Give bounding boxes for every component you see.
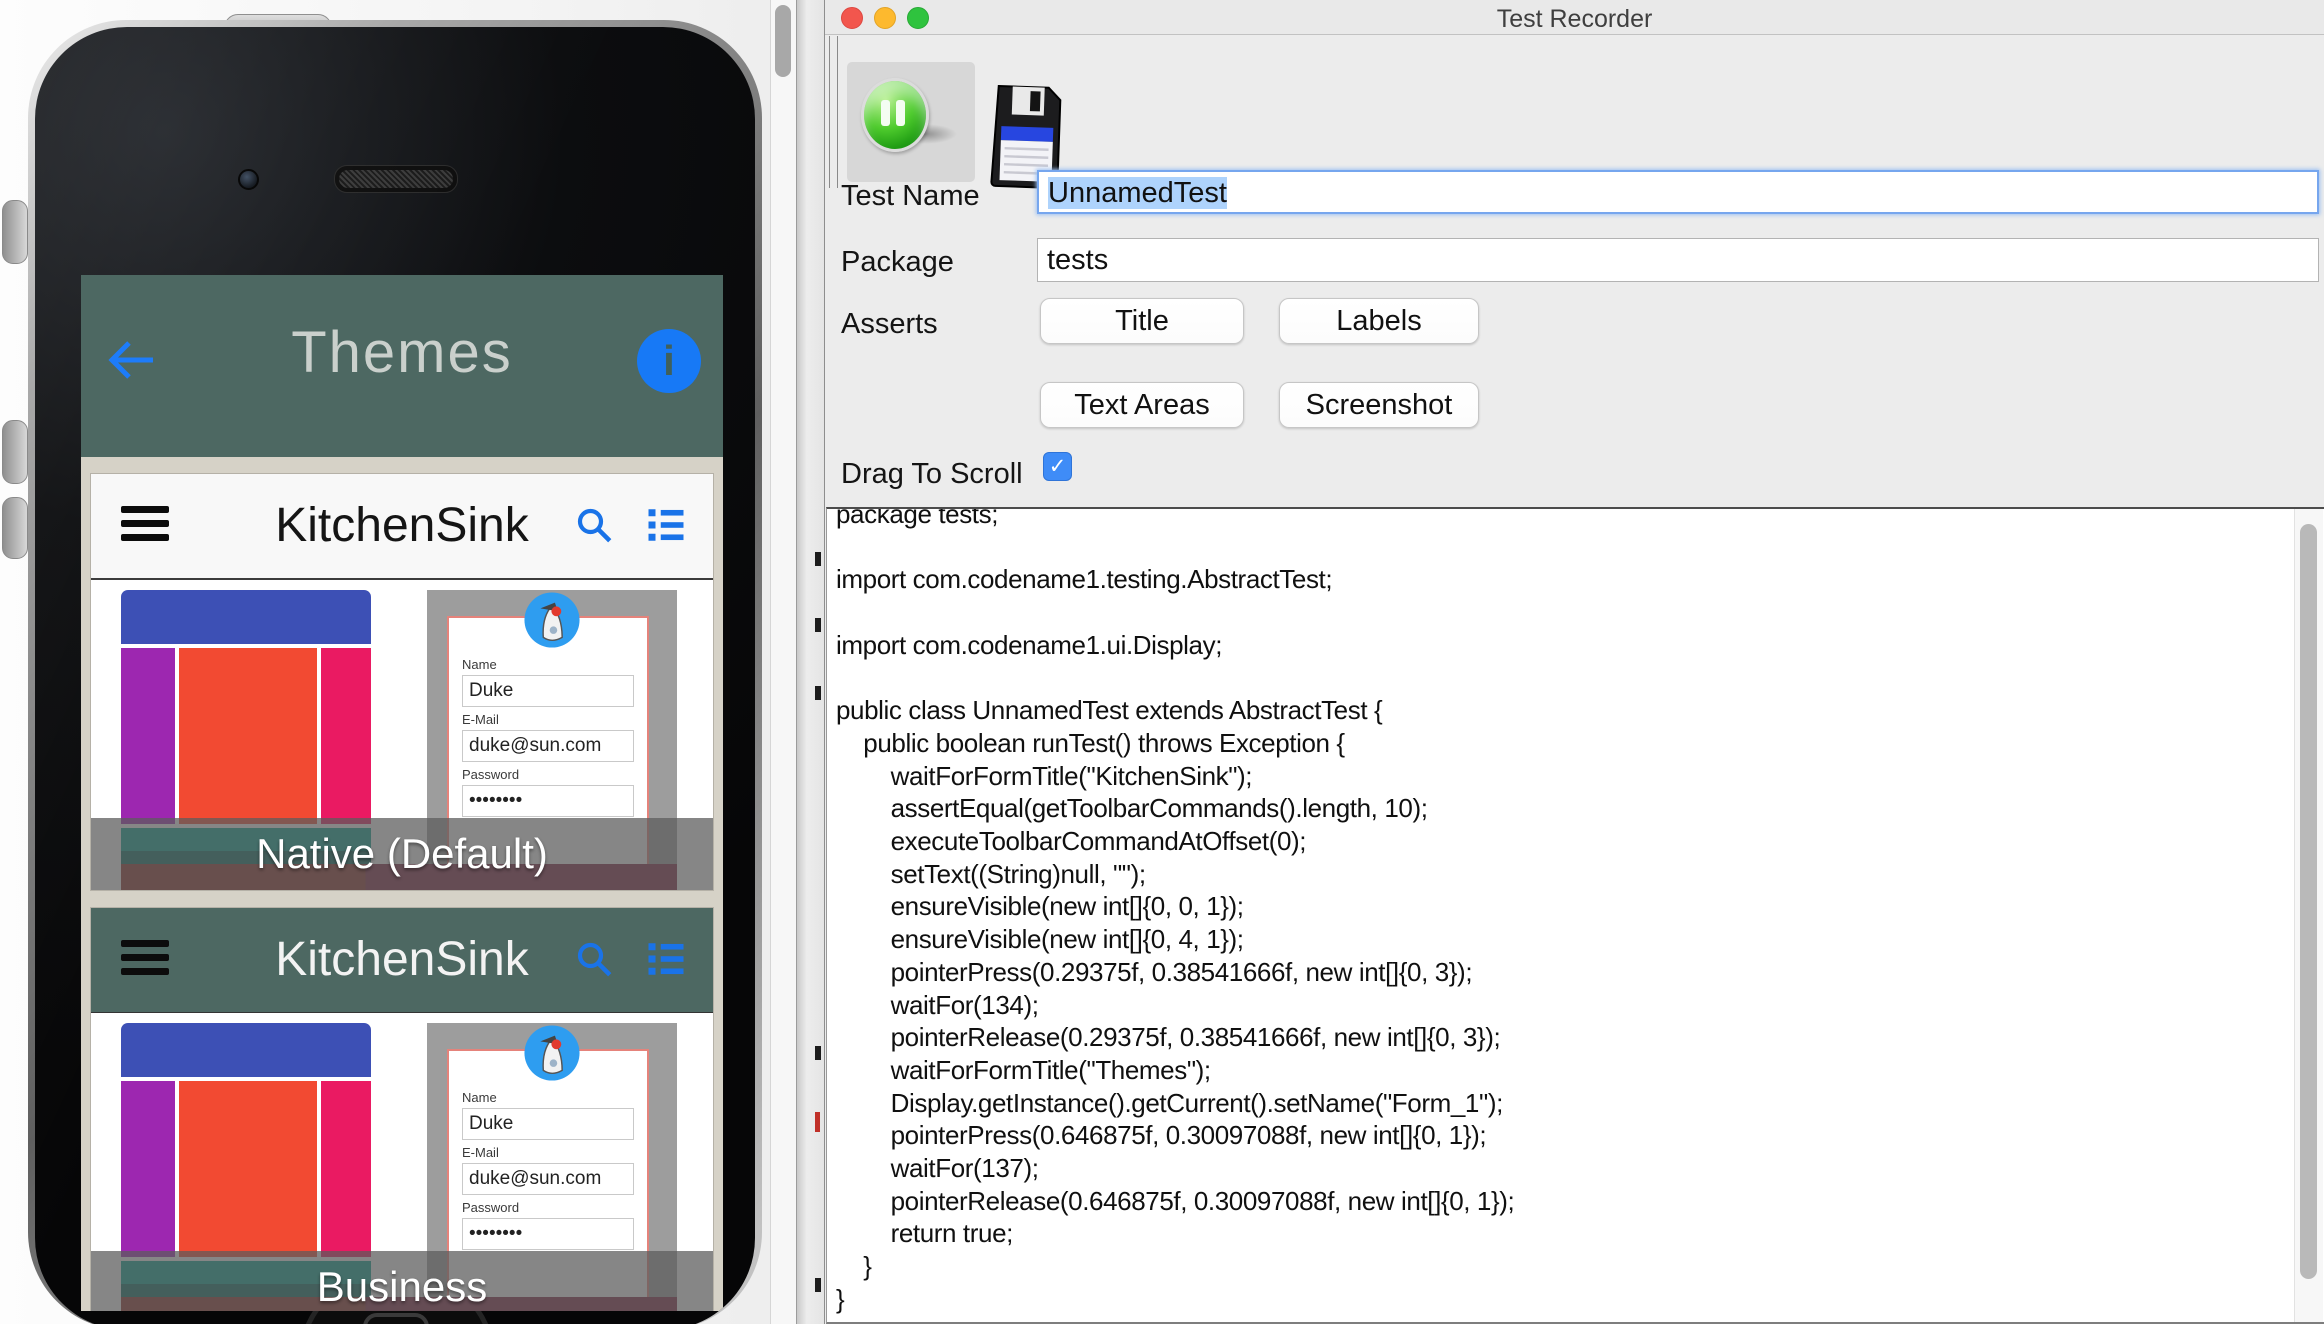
toolbar-grip — [829, 36, 838, 188]
preview-password-field: •••••••• — [462, 1218, 634, 1250]
theme-caption: Business — [91, 1251, 713, 1311]
code-line: assertEqual(getToolbarCommands().length,… — [836, 793, 1428, 824]
assert-title-button[interactable]: Title — [1040, 298, 1244, 344]
preview-app-title: KitchenSink — [275, 499, 529, 552]
test-name-input[interactable]: UnnamedTest — [1037, 170, 2319, 214]
preview-app-header: KitchenSink — [91, 474, 713, 580]
code-line: import com.codename1.testing.AbstractTes… — [836, 564, 1333, 595]
simulator-window: Themes i KitchenSink Name Duke E-Mail du… — [0, 0, 796, 1324]
code-line: waitFor(137); — [836, 1153, 1039, 1184]
code-line: public class UnnamedTest extends Abstrac… — [836, 695, 1383, 726]
preview-password-label: Password — [462, 767, 520, 782]
drag-to-scroll-label: Drag To Scroll — [841, 458, 1023, 490]
code-line: ensureVisible(new int[]{0, 4, 1}); — [836, 924, 1244, 955]
preview-name-label: Name — [462, 657, 497, 672]
preview-name-field: Duke — [462, 1108, 634, 1140]
pause-icon — [861, 78, 929, 152]
code-content: package tests; import com.codename1.test… — [827, 507, 2324, 1316]
assert-screenshot-button[interactable]: Screenshot — [1279, 382, 1479, 428]
package-input[interactable]: tests — [1037, 238, 2319, 282]
code-scrollbar-thumb[interactable] — [2300, 524, 2317, 1279]
preview-email-field: duke@sun.com — [462, 730, 634, 762]
code-line: import com.codename1.ui.Display; — [836, 629, 1223, 660]
background-window-edge — [796, 0, 825, 1324]
iphone-device: Themes i KitchenSink Name Duke E-Mail du… — [28, 20, 762, 1324]
theme-item-business[interactable]: KitchenSink Name Duke E-Mail duke@sun.co… — [90, 907, 714, 1311]
phone-mute-switch — [2, 200, 28, 264]
preview-email-label: E-Mail — [462, 1145, 499, 1160]
preview-password-field: •••••••• — [462, 785, 634, 817]
phone-face: Themes i KitchenSink Name Duke E-Mail du… — [35, 27, 755, 1324]
code-line: waitForFormTitle("KitchenSink"); — [836, 760, 1253, 791]
preview-email-field: duke@sun.com — [462, 1163, 634, 1195]
window-titlebar[interactable]: Test Recorder — [825, 0, 2324, 35]
code-line: ensureVisible(new int[]{0, 0, 1}); — [836, 891, 1244, 922]
assert-labels-button[interactable]: Labels — [1279, 298, 1479, 344]
theme-preview-thumbnails: Name Duke E-Mail duke@sun.com Password •… — [91, 1013, 713, 1311]
theme-preview-thumbnails: Name Duke E-Mail duke@sun.com Password •… — [91, 580, 713, 890]
preview-password-label: Password — [462, 1200, 520, 1215]
code-line: setText((String)null, ""); — [836, 858, 1147, 889]
generated-code-textarea[interactable]: package tests; import com.codename1.test… — [826, 507, 2324, 1324]
code-line: pointerRelease(0.646875f, 0.30097088f, n… — [836, 1185, 1515, 1216]
preview-name-field: Duke — [462, 675, 634, 707]
themes-screen-title: Themes — [291, 320, 513, 385]
preview-name-label: Name — [462, 1090, 497, 1105]
code-line: return true; — [836, 1218, 1014, 1249]
list-icon[interactable] — [645, 938, 687, 980]
asserts-label: Asserts — [841, 308, 938, 340]
simulator-scrollbar[interactable] — [770, 0, 796, 1324]
code-line: pointerPress(0.29375f, 0.38541666f, new … — [836, 956, 1473, 987]
drag-to-scroll-checkbox[interactable]: ✓ — [1043, 452, 1072, 481]
preview-app-header: KitchenSink — [91, 908, 713, 1013]
duke-avatar — [524, 592, 580, 648]
phone-camera — [238, 169, 259, 190]
simulator-scrollbar-thumb[interactable] — [775, 5, 791, 77]
preview-email-label: E-Mail — [462, 712, 499, 727]
home-button-icon — [363, 1313, 429, 1324]
preview-app-title: KitchenSink — [275, 933, 529, 986]
code-line: package tests; — [836, 507, 999, 529]
test-recorder-window: Test Recorder Test Name UnnamedTest Pack… — [824, 0, 2324, 1324]
package-label: Package — [841, 246, 954, 278]
package-value: tests — [1047, 244, 1109, 276]
phone-volume-down-button — [2, 497, 28, 559]
assert-text-areas-button[interactable]: Text Areas — [1040, 382, 1244, 428]
code-line: } — [836, 1283, 845, 1314]
info-button[interactable]: i — [637, 329, 701, 393]
code-line: } — [836, 1251, 872, 1282]
code-line: public boolean runTest() throws Exceptio… — [836, 727, 1345, 758]
list-icon[interactable] — [645, 504, 687, 546]
code-scrollbar[interactable] — [2294, 509, 2323, 1322]
theme-item-native-default[interactable]: KitchenSink Name Duke E-Mail duke@sun.co… — [90, 473, 714, 891]
phone-volume-up-button — [2, 420, 28, 484]
code-line: executeToolbarCommandAtOffset(0); — [836, 826, 1307, 857]
code-line: pointerPress(0.646875f, 0.30097088f, new… — [836, 1120, 1487, 1151]
app-screen: Themes i KitchenSink Name Duke E-Mail du… — [81, 275, 723, 1311]
theme-caption: Native (Default) — [91, 818, 713, 890]
test-name-label: Test Name — [841, 180, 980, 212]
window-title: Test Recorder — [1496, 5, 1653, 33]
code-line: waitForFormTitle("Themes"); — [836, 1054, 1212, 1085]
screen: Themes i KitchenSink Name Duke E-Mail du… — [0, 0, 2324, 1324]
search-icon[interactable] — [573, 938, 615, 980]
phone-speaker — [334, 165, 458, 193]
test-name-value: UnnamedTest — [1048, 177, 1227, 209]
themes-title-bar: Themes i — [81, 275, 723, 457]
duke-avatar — [524, 1025, 580, 1081]
search-icon[interactable] — [573, 504, 615, 546]
pause-recording-button[interactable] — [847, 62, 975, 182]
code-line: waitFor(134); — [836, 989, 1039, 1020]
code-line: Display.getInstance().getCurrent().setNa… — [836, 1087, 1504, 1118]
code-line: pointerRelease(0.29375f, 0.38541666f, ne… — [836, 1022, 1501, 1053]
